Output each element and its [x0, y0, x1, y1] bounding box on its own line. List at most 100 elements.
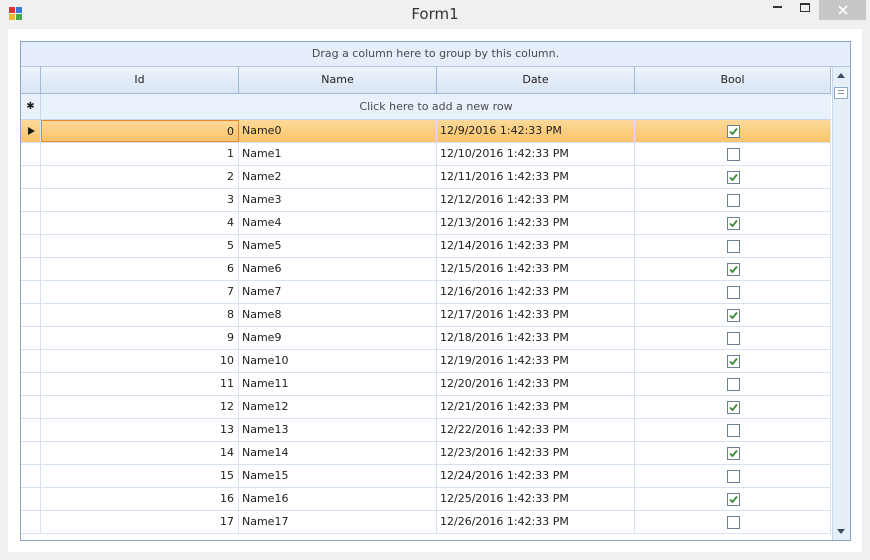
table-row[interactable]: 5 Name5 12/14/2016 1:42:33 PM — [21, 235, 831, 258]
cell-id[interactable]: 6 — [41, 258, 239, 280]
scroll-thumb[interactable] — [834, 87, 848, 99]
cell-date[interactable]: 12/24/2016 1:42:33 PM — [437, 465, 635, 487]
row-indicator[interactable] — [21, 350, 41, 372]
cell-id[interactable]: 5 — [41, 235, 239, 257]
cell-name[interactable]: Name10 — [239, 350, 437, 372]
table-row[interactable]: 16 Name16 12/25/2016 1:42:33 PM — [21, 488, 831, 511]
bool-checkbox[interactable] — [727, 286, 740, 299]
row-indicator[interactable] — [21, 212, 41, 234]
row-indicator[interactable] — [21, 143, 41, 165]
table-row[interactable]: 1 Name1 12/10/2016 1:42:33 PM — [21, 143, 831, 166]
cell-name[interactable]: Name1 — [239, 143, 437, 165]
cell-bool[interactable] — [635, 143, 831, 165]
cell-name[interactable]: Name4 — [239, 212, 437, 234]
cell-name[interactable]: Name16 — [239, 488, 437, 510]
row-indicator[interactable] — [21, 327, 41, 349]
column-header-bool[interactable]: Bool — [635, 67, 831, 93]
table-row[interactable]: 17 Name17 12/26/2016 1:42:33 PM — [21, 511, 831, 534]
table-row[interactable]: 10 Name10 12/19/2016 1:42:33 PM — [21, 350, 831, 373]
cell-date[interactable]: 12/9/2016 1:42:33 PM — [437, 120, 635, 142]
cell-bool[interactable] — [635, 258, 831, 280]
table-row[interactable]: 13 Name13 12/22/2016 1:42:33 PM — [21, 419, 831, 442]
bool-checkbox[interactable] — [727, 263, 740, 276]
cell-id[interactable]: 8 — [41, 304, 239, 326]
data-grid[interactable]: Drag a column here to group by this colu… — [20, 41, 851, 541]
row-indicator[interactable] — [21, 189, 41, 211]
row-indicator[interactable] — [21, 465, 41, 487]
column-header-id[interactable]: Id — [41, 67, 239, 93]
bool-checkbox[interactable] — [727, 194, 740, 207]
cell-name[interactable]: Name17 — [239, 511, 437, 533]
cell-id[interactable]: 9 — [41, 327, 239, 349]
cell-name[interactable]: Name13 — [239, 419, 437, 441]
bool-checkbox[interactable] — [727, 355, 740, 368]
cell-id[interactable]: 16 — [41, 488, 239, 510]
cell-bool[interactable] — [635, 511, 831, 533]
cell-name[interactable]: Name9 — [239, 327, 437, 349]
table-row[interactable]: 14 Name14 12/23/2016 1:42:33 PM — [21, 442, 831, 465]
table-row[interactable]: 9 Name9 12/18/2016 1:42:33 PM — [21, 327, 831, 350]
vertical-scrollbar[interactable] — [832, 67, 850, 540]
cell-bool[interactable] — [635, 304, 831, 326]
row-indicator[interactable] — [21, 258, 41, 280]
table-row[interactable]: 0 Name0 12/9/2016 1:42:33 PM — [21, 120, 831, 143]
bool-checkbox[interactable] — [727, 217, 740, 230]
bool-checkbox[interactable] — [727, 309, 740, 322]
bool-checkbox[interactable] — [727, 332, 740, 345]
row-indicator[interactable] — [21, 419, 41, 441]
bool-checkbox[interactable] — [727, 424, 740, 437]
bool-checkbox[interactable] — [727, 148, 740, 161]
cell-bool[interactable] — [635, 235, 831, 257]
cell-name[interactable]: Name12 — [239, 396, 437, 418]
cell-bool[interactable] — [635, 396, 831, 418]
cell-id[interactable]: 14 — [41, 442, 239, 464]
cell-bool[interactable] — [635, 442, 831, 464]
row-indicator[interactable] — [21, 281, 41, 303]
column-header-name[interactable]: Name — [239, 67, 437, 93]
cell-name[interactable]: Name2 — [239, 166, 437, 188]
cell-id[interactable]: 12 — [41, 396, 239, 418]
cell-date[interactable]: 12/26/2016 1:42:33 PM — [437, 511, 635, 533]
table-row[interactable]: 4 Name4 12/13/2016 1:42:33 PM — [21, 212, 831, 235]
bool-checkbox[interactable] — [727, 516, 740, 529]
bool-checkbox[interactable] — [727, 171, 740, 184]
cell-name[interactable]: Name0 — [239, 120, 437, 142]
cell-date[interactable]: 12/10/2016 1:42:33 PM — [437, 143, 635, 165]
table-row[interactable]: 15 Name15 12/24/2016 1:42:33 PM — [21, 465, 831, 488]
cell-date[interactable]: 12/17/2016 1:42:33 PM — [437, 304, 635, 326]
bool-checkbox[interactable] — [727, 447, 740, 460]
cell-id[interactable]: 3 — [41, 189, 239, 211]
cell-bool[interactable] — [635, 189, 831, 211]
table-row[interactable]: 8 Name8 12/17/2016 1:42:33 PM — [21, 304, 831, 327]
maximize-button[interactable] — [791, 0, 819, 20]
table-row[interactable]: 3 Name3 12/12/2016 1:42:33 PM — [21, 189, 831, 212]
row-indicator[interactable] — [21, 166, 41, 188]
cell-id[interactable]: 4 — [41, 212, 239, 234]
cell-date[interactable]: 12/21/2016 1:42:33 PM — [437, 396, 635, 418]
cell-id[interactable]: 2 — [41, 166, 239, 188]
cell-name[interactable]: Name11 — [239, 373, 437, 395]
row-indicator[interactable] — [21, 488, 41, 510]
title-bar[interactable]: Form1 — [0, 0, 870, 28]
cell-date[interactable]: 12/12/2016 1:42:33 PM — [437, 189, 635, 211]
table-row[interactable]: 12 Name12 12/21/2016 1:42:33 PM — [21, 396, 831, 419]
scroll-up-arrow-icon[interactable] — [837, 73, 845, 78]
bool-checkbox[interactable] — [727, 470, 740, 483]
cell-date[interactable]: 12/22/2016 1:42:33 PM — [437, 419, 635, 441]
bool-checkbox[interactable] — [727, 493, 740, 506]
cell-id[interactable]: 17 — [41, 511, 239, 533]
bool-checkbox[interactable] — [727, 240, 740, 253]
cell-bool[interactable] — [635, 350, 831, 372]
cell-bool[interactable] — [635, 373, 831, 395]
cell-date[interactable]: 12/25/2016 1:42:33 PM — [437, 488, 635, 510]
cell-id[interactable]: 15 — [41, 465, 239, 487]
cell-date[interactable]: 12/18/2016 1:42:33 PM — [437, 327, 635, 349]
table-row[interactable]: 11 Name11 12/20/2016 1:42:33 PM — [21, 373, 831, 396]
cell-date[interactable]: 12/15/2016 1:42:33 PM — [437, 258, 635, 280]
row-indicator[interactable] — [21, 304, 41, 326]
cell-date[interactable]: 12/19/2016 1:42:33 PM — [437, 350, 635, 372]
row-indicator[interactable] — [21, 373, 41, 395]
bool-checkbox[interactable] — [727, 378, 740, 391]
scroll-down-arrow-icon[interactable] — [837, 529, 845, 534]
cell-name[interactable]: Name8 — [239, 304, 437, 326]
